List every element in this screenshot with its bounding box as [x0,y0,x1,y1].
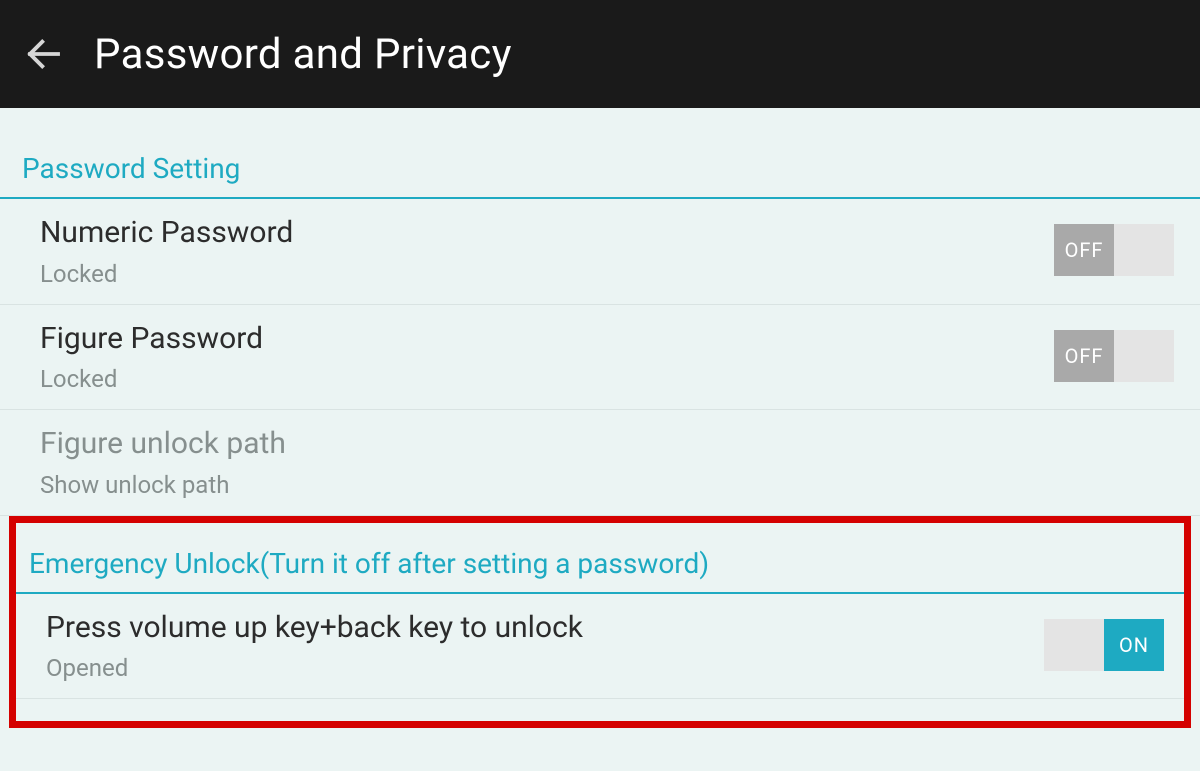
toggle-emergency-unlock[interactable]: ON [1044,619,1164,671]
toggle-knob: ON [1104,619,1164,671]
item-figure-unlock-path[interactable]: Figure unlock path Show unlock path [0,410,1200,516]
item-subtitle: Show unlock path [40,471,1178,499]
toggle-numeric-password[interactable]: OFF [1054,224,1174,276]
item-subtitle: Locked [40,260,1054,288]
item-title: Figure Password [40,319,1054,360]
back-button[interactable] [14,24,74,84]
toggle-knob: OFF [1054,224,1114,276]
item-title: Numeric Password [40,213,1054,254]
toggle-figure-password[interactable]: OFF [1054,330,1174,382]
item-subtitle: Opened [46,654,1044,682]
item-title: Press volume up key+back key to unlock [46,608,1044,649]
back-arrow-icon [23,33,65,75]
highlight-emergency-unlock: Emergency Unlock(Turn it off after setti… [9,516,1191,729]
item-numeric-password[interactable]: Numeric Password Locked OFF [0,199,1200,305]
section-header-emergency-unlock: Emergency Unlock(Turn it off after setti… [16,547,1184,594]
app-bar: Password and Privacy [0,0,1200,108]
item-figure-password[interactable]: Figure Password Locked OFF [0,305,1200,411]
content: Password Setting Numeric Password Locked… [0,108,1200,728]
item-subtitle: Locked [40,365,1054,393]
page-title: Password and Privacy [94,30,512,79]
toggle-knob: OFF [1054,330,1114,382]
section-header-password-setting: Password Setting [0,152,1200,199]
item-emergency-unlock[interactable]: Press volume up key+back key to unlock O… [16,594,1184,700]
item-title: Figure unlock path [40,424,1178,465]
